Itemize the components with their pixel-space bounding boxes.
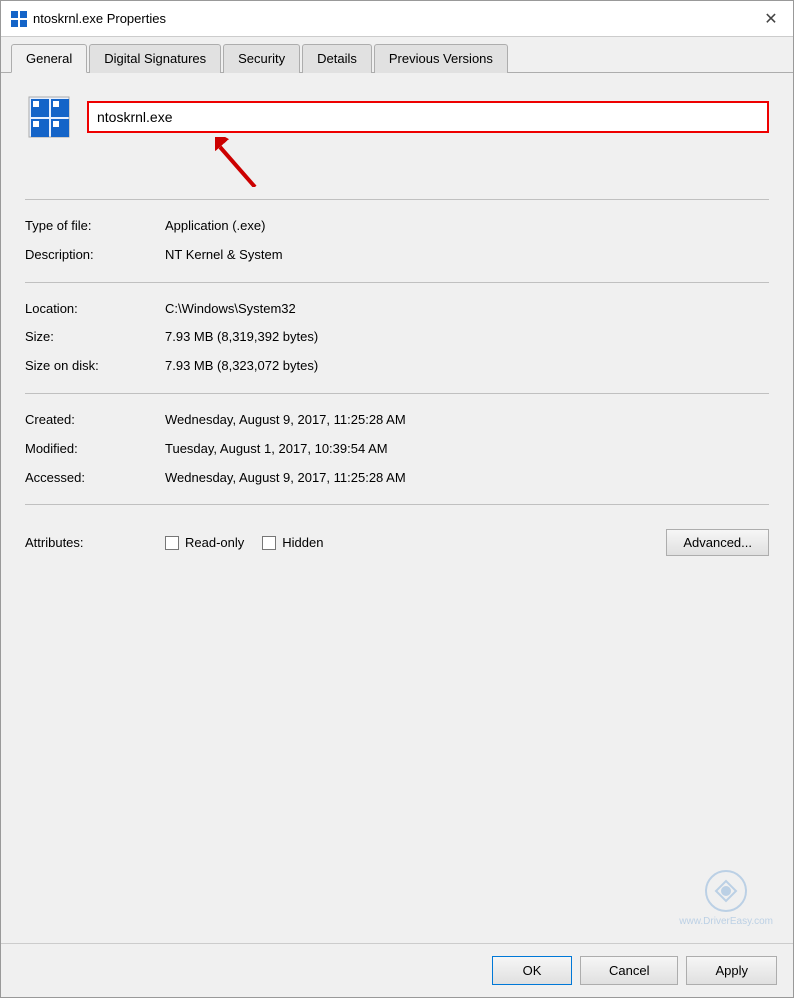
exe-file-icon bbox=[25, 93, 73, 141]
properties-window: ntoskrnl.exe Properties ✕ General Digita… bbox=[0, 0, 794, 998]
filename-input[interactable] bbox=[87, 101, 769, 133]
size-row: Size: 7.93 MB (8,319,392 bytes) bbox=[25, 323, 769, 352]
modified-value: Tuesday, August 1, 2017, 10:39:54 AM bbox=[165, 439, 769, 460]
divider-3 bbox=[25, 393, 769, 394]
created-value: Wednesday, August 9, 2017, 11:25:28 AM bbox=[165, 410, 769, 431]
hidden-checkbox-item[interactable]: Hidden bbox=[262, 535, 323, 550]
tab-general[interactable]: General bbox=[11, 44, 87, 73]
title-bar: ntoskrnl.exe Properties ✕ bbox=[1, 1, 793, 37]
created-row: Created: Wednesday, August 9, 2017, 11:2… bbox=[25, 406, 769, 435]
tab-security[interactable]: Security bbox=[223, 44, 300, 73]
attributes-row: Attributes: Read-only Hidden Advanced... bbox=[25, 517, 769, 568]
ok-button[interactable]: OK bbox=[492, 956, 572, 985]
description-row: Description: NT Kernel & System bbox=[25, 241, 769, 270]
type-label: Type of file: bbox=[25, 216, 165, 237]
location-value: C:\Windows\System32 bbox=[165, 299, 769, 320]
advanced-button[interactable]: Advanced... bbox=[666, 529, 769, 556]
apply-button[interactable]: Apply bbox=[686, 956, 777, 985]
cancel-button[interactable]: Cancel bbox=[580, 956, 678, 985]
tab-details[interactable]: Details bbox=[302, 44, 372, 73]
type-row: Type of file: Application (.exe) bbox=[25, 212, 769, 241]
accessed-value: Wednesday, August 9, 2017, 11:25:28 AM bbox=[165, 468, 769, 489]
readonly-checkbox[interactable] bbox=[165, 536, 179, 550]
tabs-bar: General Digital Signatures Security Deta… bbox=[1, 37, 793, 73]
description-value: NT Kernel & System bbox=[165, 245, 769, 266]
size-on-disk-label: Size on disk: bbox=[25, 356, 165, 377]
tab-digital-signatures[interactable]: Digital Signatures bbox=[89, 44, 221, 73]
divider-2 bbox=[25, 282, 769, 283]
hidden-checkbox[interactable] bbox=[262, 536, 276, 550]
size-on-disk-row: Size on disk: 7.93 MB (8,323,072 bytes) bbox=[25, 352, 769, 381]
divider-1 bbox=[25, 199, 769, 200]
close-button[interactable]: ✕ bbox=[759, 7, 783, 31]
title-bar-left: ntoskrnl.exe Properties bbox=[11, 11, 166, 27]
readonly-label: Read-only bbox=[185, 535, 244, 550]
accessed-row: Accessed: Wednesday, August 9, 2017, 11:… bbox=[25, 464, 769, 493]
window-icon bbox=[11, 11, 27, 27]
file-header bbox=[25, 93, 769, 141]
modified-row: Modified: Tuesday, August 1, 2017, 10:39… bbox=[25, 435, 769, 464]
divider-4 bbox=[25, 504, 769, 505]
window-body: General Digital Signatures Security Deta… bbox=[1, 37, 793, 997]
hidden-label: Hidden bbox=[282, 535, 323, 550]
description-label: Description: bbox=[25, 245, 165, 266]
created-label: Created: bbox=[25, 410, 165, 431]
type-value: Application (.exe) bbox=[165, 216, 769, 237]
tab-content: Type of file: Application (.exe) Descrip… bbox=[1, 73, 793, 943]
location-label: Location: bbox=[25, 299, 165, 320]
red-arrow bbox=[215, 137, 295, 187]
arrow-annotation bbox=[25, 147, 769, 187]
attributes-label: Attributes: bbox=[25, 535, 165, 550]
readonly-checkbox-item[interactable]: Read-only bbox=[165, 535, 244, 550]
title-text: ntoskrnl.exe Properties bbox=[33, 11, 166, 26]
tab-previous-versions[interactable]: Previous Versions bbox=[374, 44, 508, 73]
size-value: 7.93 MB (8,319,392 bytes) bbox=[165, 327, 769, 348]
bottom-buttons: OK Cancel Apply bbox=[1, 943, 793, 997]
location-row: Location: C:\Windows\System32 bbox=[25, 295, 769, 324]
accessed-label: Accessed: bbox=[25, 468, 165, 489]
size-on-disk-value: 7.93 MB (8,323,072 bytes) bbox=[165, 356, 769, 377]
size-label: Size: bbox=[25, 327, 165, 348]
attributes-controls: Read-only Hidden Advanced... bbox=[165, 529, 769, 556]
modified-label: Modified: bbox=[25, 439, 165, 460]
